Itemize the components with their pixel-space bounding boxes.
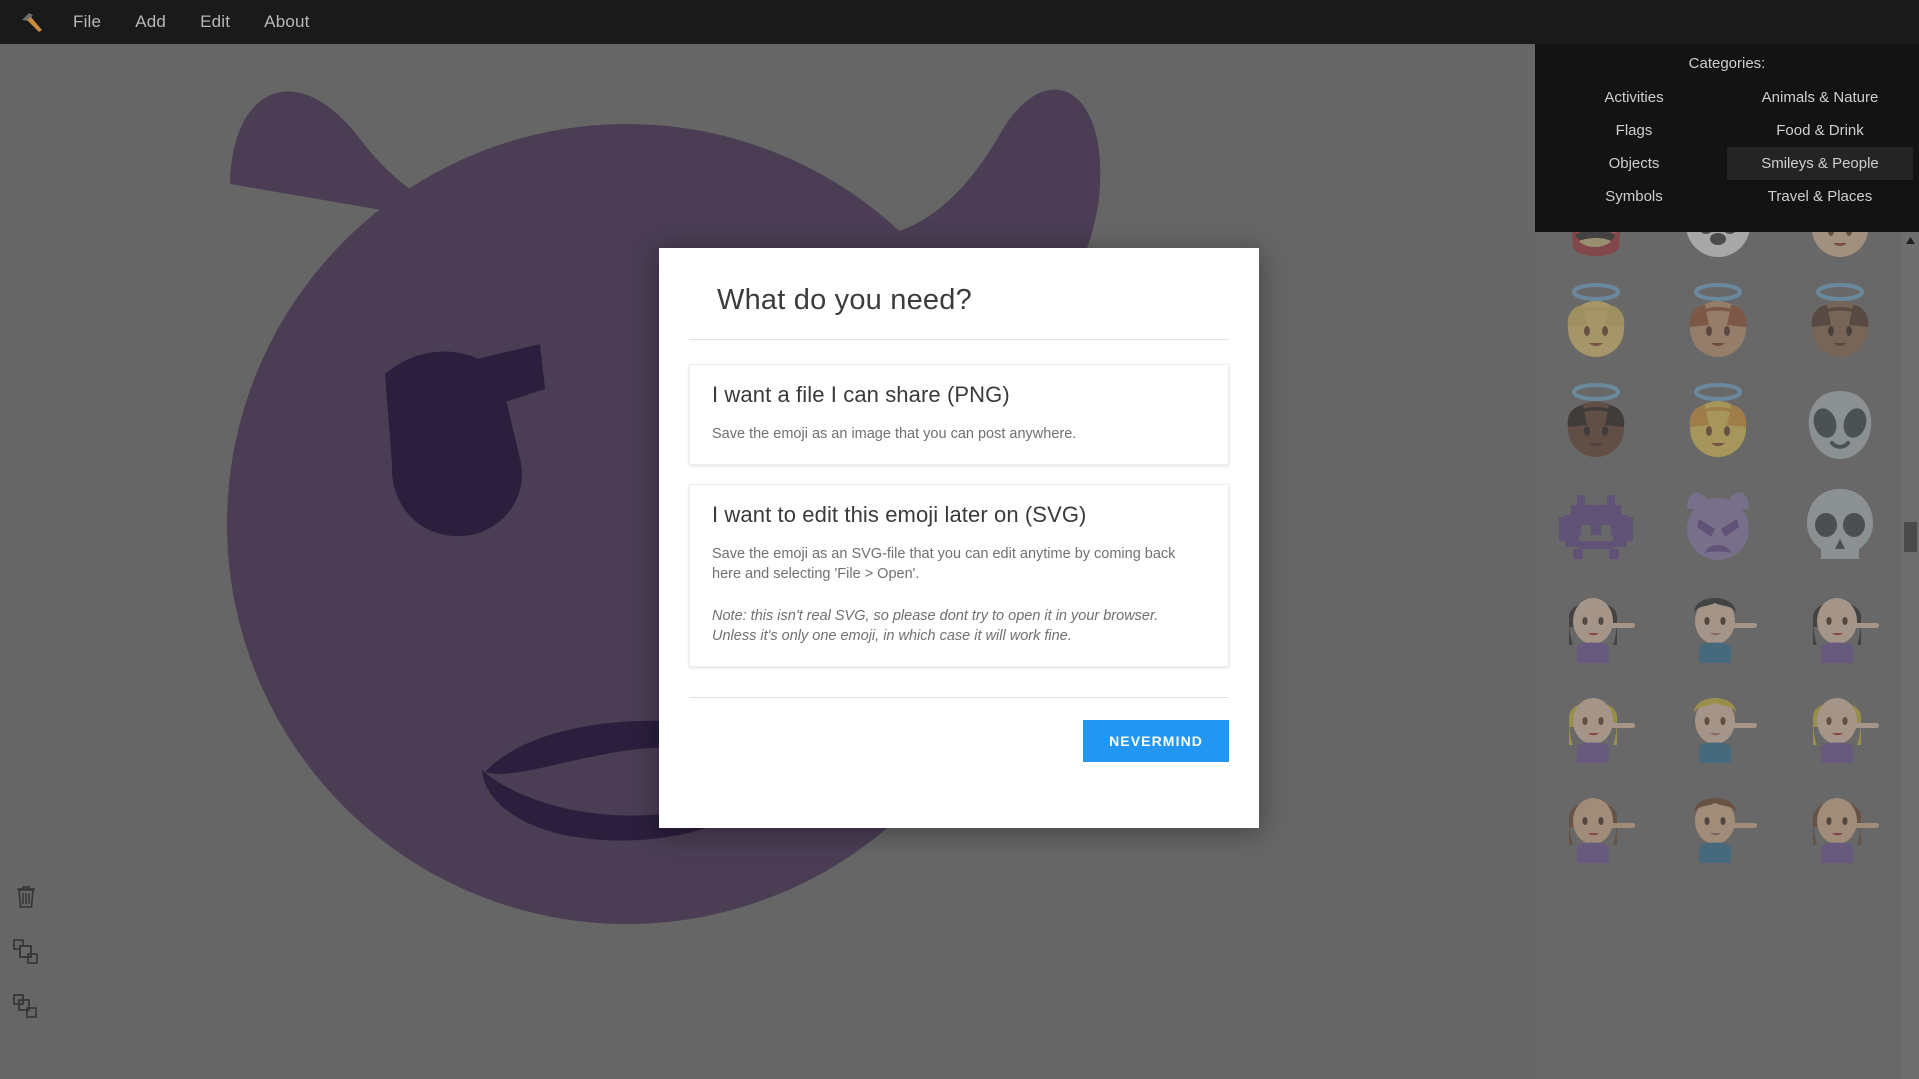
emoji-panda-face[interactable]: [1657, 232, 1779, 274]
app-root: File Add Edit About Categories: Activiti…: [0, 0, 1919, 1079]
category-flags[interactable]: Flags: [1541, 114, 1727, 147]
export-dialog: What do you need? I want a file I can sh…: [659, 248, 1259, 828]
emoji-tip-hand-man-light[interactable]: [1657, 574, 1779, 674]
category-animals-nature[interactable]: Animals & Nature: [1727, 81, 1913, 114]
emoji-skull[interactable]: [1779, 474, 1901, 574]
option-png-description: Save the emoji as an image that you can …: [712, 426, 1077, 442]
emoji-angel-auburn-medium[interactable]: [1657, 274, 1779, 374]
category-travel-places[interactable]: Travel & Places: [1727, 180, 1913, 213]
category-symbols[interactable]: Symbols: [1541, 180, 1727, 213]
chevron-up-icon: [1906, 237, 1915, 244]
category-grid: Activities Animals & Nature Flags Food &…: [1535, 81, 1919, 219]
dialog-actions: NEVERMIND: [689, 698, 1229, 762]
menu-item-file[interactable]: File: [56, 8, 118, 36]
emoji-tip-hand-brown-woman-2[interactable]: [1779, 774, 1901, 874]
option-png-title: I want a file I can share (PNG): [712, 382, 1010, 407]
emoji-tip-hand-brown-woman[interactable]: [1535, 774, 1657, 874]
category-food-drink[interactable]: Food & Drink: [1727, 114, 1913, 147]
emoji-tip-hand-blonde-woman-2[interactable]: [1779, 674, 1901, 774]
menu-item-about[interactable]: About: [247, 8, 326, 36]
emoji-angel-blonde-light[interactable]: [1535, 274, 1657, 374]
bring-forward-button[interactable]: [9, 935, 43, 969]
emoji-angry-imp[interactable]: [1657, 474, 1779, 574]
emoji-tip-hand-brown-man[interactable]: [1657, 774, 1779, 874]
bring-forward-icon: [13, 939, 38, 964]
option-svg[interactable]: I want to edit this emoji later on (SVG)…: [689, 483, 1229, 667]
scrollbar-thumb[interactable]: [1904, 522, 1917, 552]
nevermind-button[interactable]: NEVERMIND: [1083, 719, 1229, 762]
trash-icon: [17, 886, 35, 908]
emoji-tip-hand-woman-light[interactable]: [1535, 574, 1657, 674]
category-objects[interactable]: Objects: [1541, 147, 1727, 180]
menu-item-add[interactable]: Add: [118, 8, 183, 36]
option-svg-title: I want to edit this emoji later on (SVG): [712, 501, 1087, 527]
title-divider: [689, 339, 1229, 340]
category-smileys-people[interactable]: Smileys & People: [1727, 147, 1913, 180]
option-svg-note: Note: this isn't real SVG, so please don…: [712, 607, 1159, 645]
categories-label: Categories:: [1688, 55, 1766, 72]
send-backward-icon: [13, 994, 37, 1018]
emoji-space-invader[interactable]: [1535, 474, 1657, 574]
category-activities[interactable]: Activities: [1541, 81, 1727, 114]
emoji-tip-hand-blonde-woman[interactable]: [1535, 674, 1657, 774]
emoji-angel-blonde-medium[interactable]: [1657, 374, 1779, 474]
emoji-angel-black-hair-dark[interactable]: [1535, 374, 1657, 474]
emoji-scrollbar[interactable]: [1902, 232, 1919, 1079]
emoji-japanese-ogre[interactable]: [1535, 232, 1657, 274]
emoji-tip-hand-woman-light-2[interactable]: [1779, 574, 1901, 674]
option-png[interactable]: I want a file I can share (PNG) Save the…: [689, 364, 1229, 465]
emoji-angel-dark-skin[interactable]: [1779, 274, 1901, 374]
emoji-picker-panel: Categories: Activities Animals & Nature …: [1535, 44, 1919, 1079]
dialog-title: What do you need?: [717, 284, 972, 316]
menu-item-edit[interactable]: Edit: [183, 8, 247, 36]
emoji-alien[interactable]: [1779, 374, 1901, 474]
delete-button[interactable]: [9, 880, 43, 914]
emoji-tip-hand-blonde-man[interactable]: [1657, 674, 1779, 774]
send-backward-button[interactable]: [9, 990, 43, 1024]
option-svg-description: Save the emoji as an SVG-file that you c…: [712, 545, 1176, 583]
emoji-angel-dark-hair[interactable]: [1779, 232, 1901, 274]
tool-rail: [0, 880, 52, 1024]
emoji-scroll-region[interactable]: [1535, 232, 1919, 1079]
emoji-grid: [1535, 232, 1901, 874]
hammer-icon[interactable]: [10, 7, 56, 37]
menu-bar: File Add Edit About: [0, 0, 1919, 44]
scroll-up-button[interactable]: [1902, 232, 1919, 249]
